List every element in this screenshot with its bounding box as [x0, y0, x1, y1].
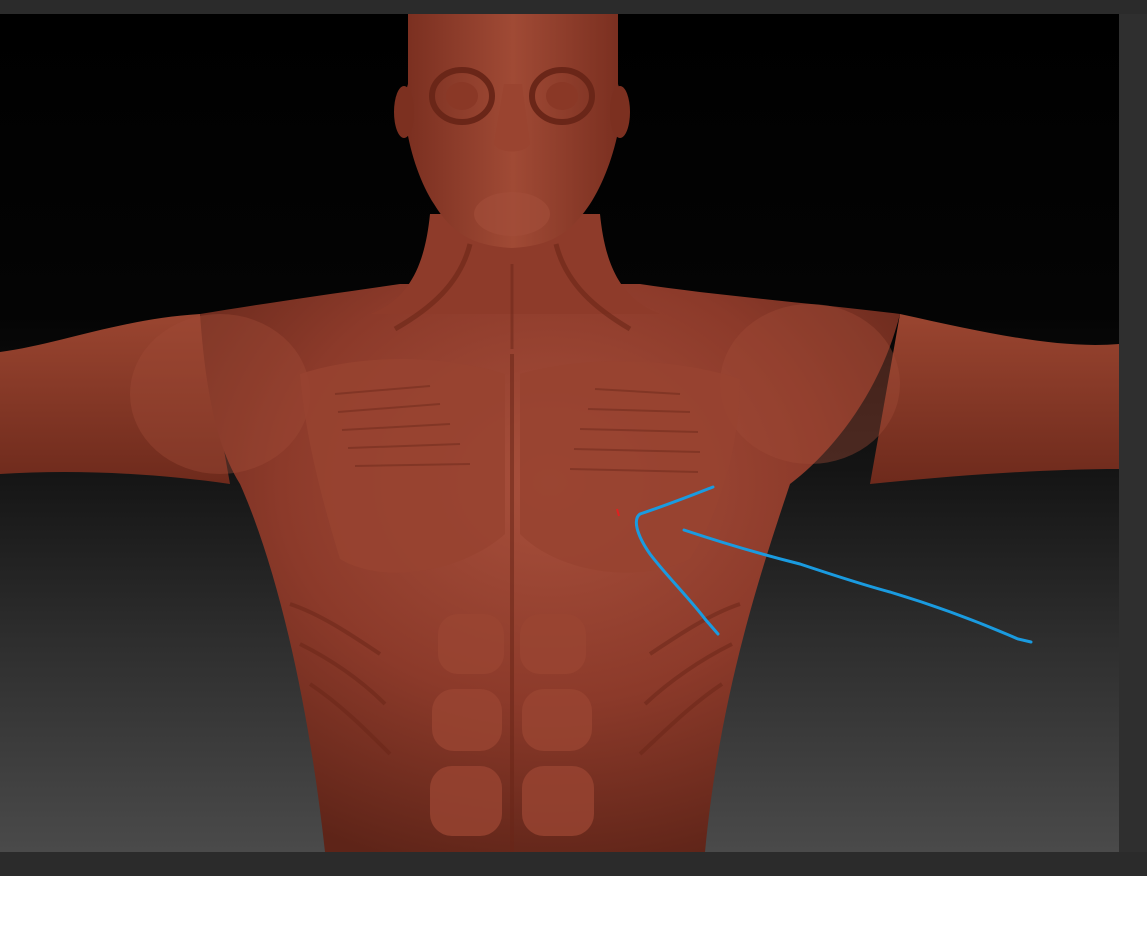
viewport-scrollbar[interactable] [1119, 14, 1147, 852]
right-arm [870, 314, 1119, 484]
model-render[interactable] [0, 14, 1119, 852]
blank-area [0, 876, 1147, 933]
3d-viewport[interactable] [0, 14, 1119, 852]
app-window [0, 0, 1147, 876]
bottom-bar [0, 852, 1147, 876]
